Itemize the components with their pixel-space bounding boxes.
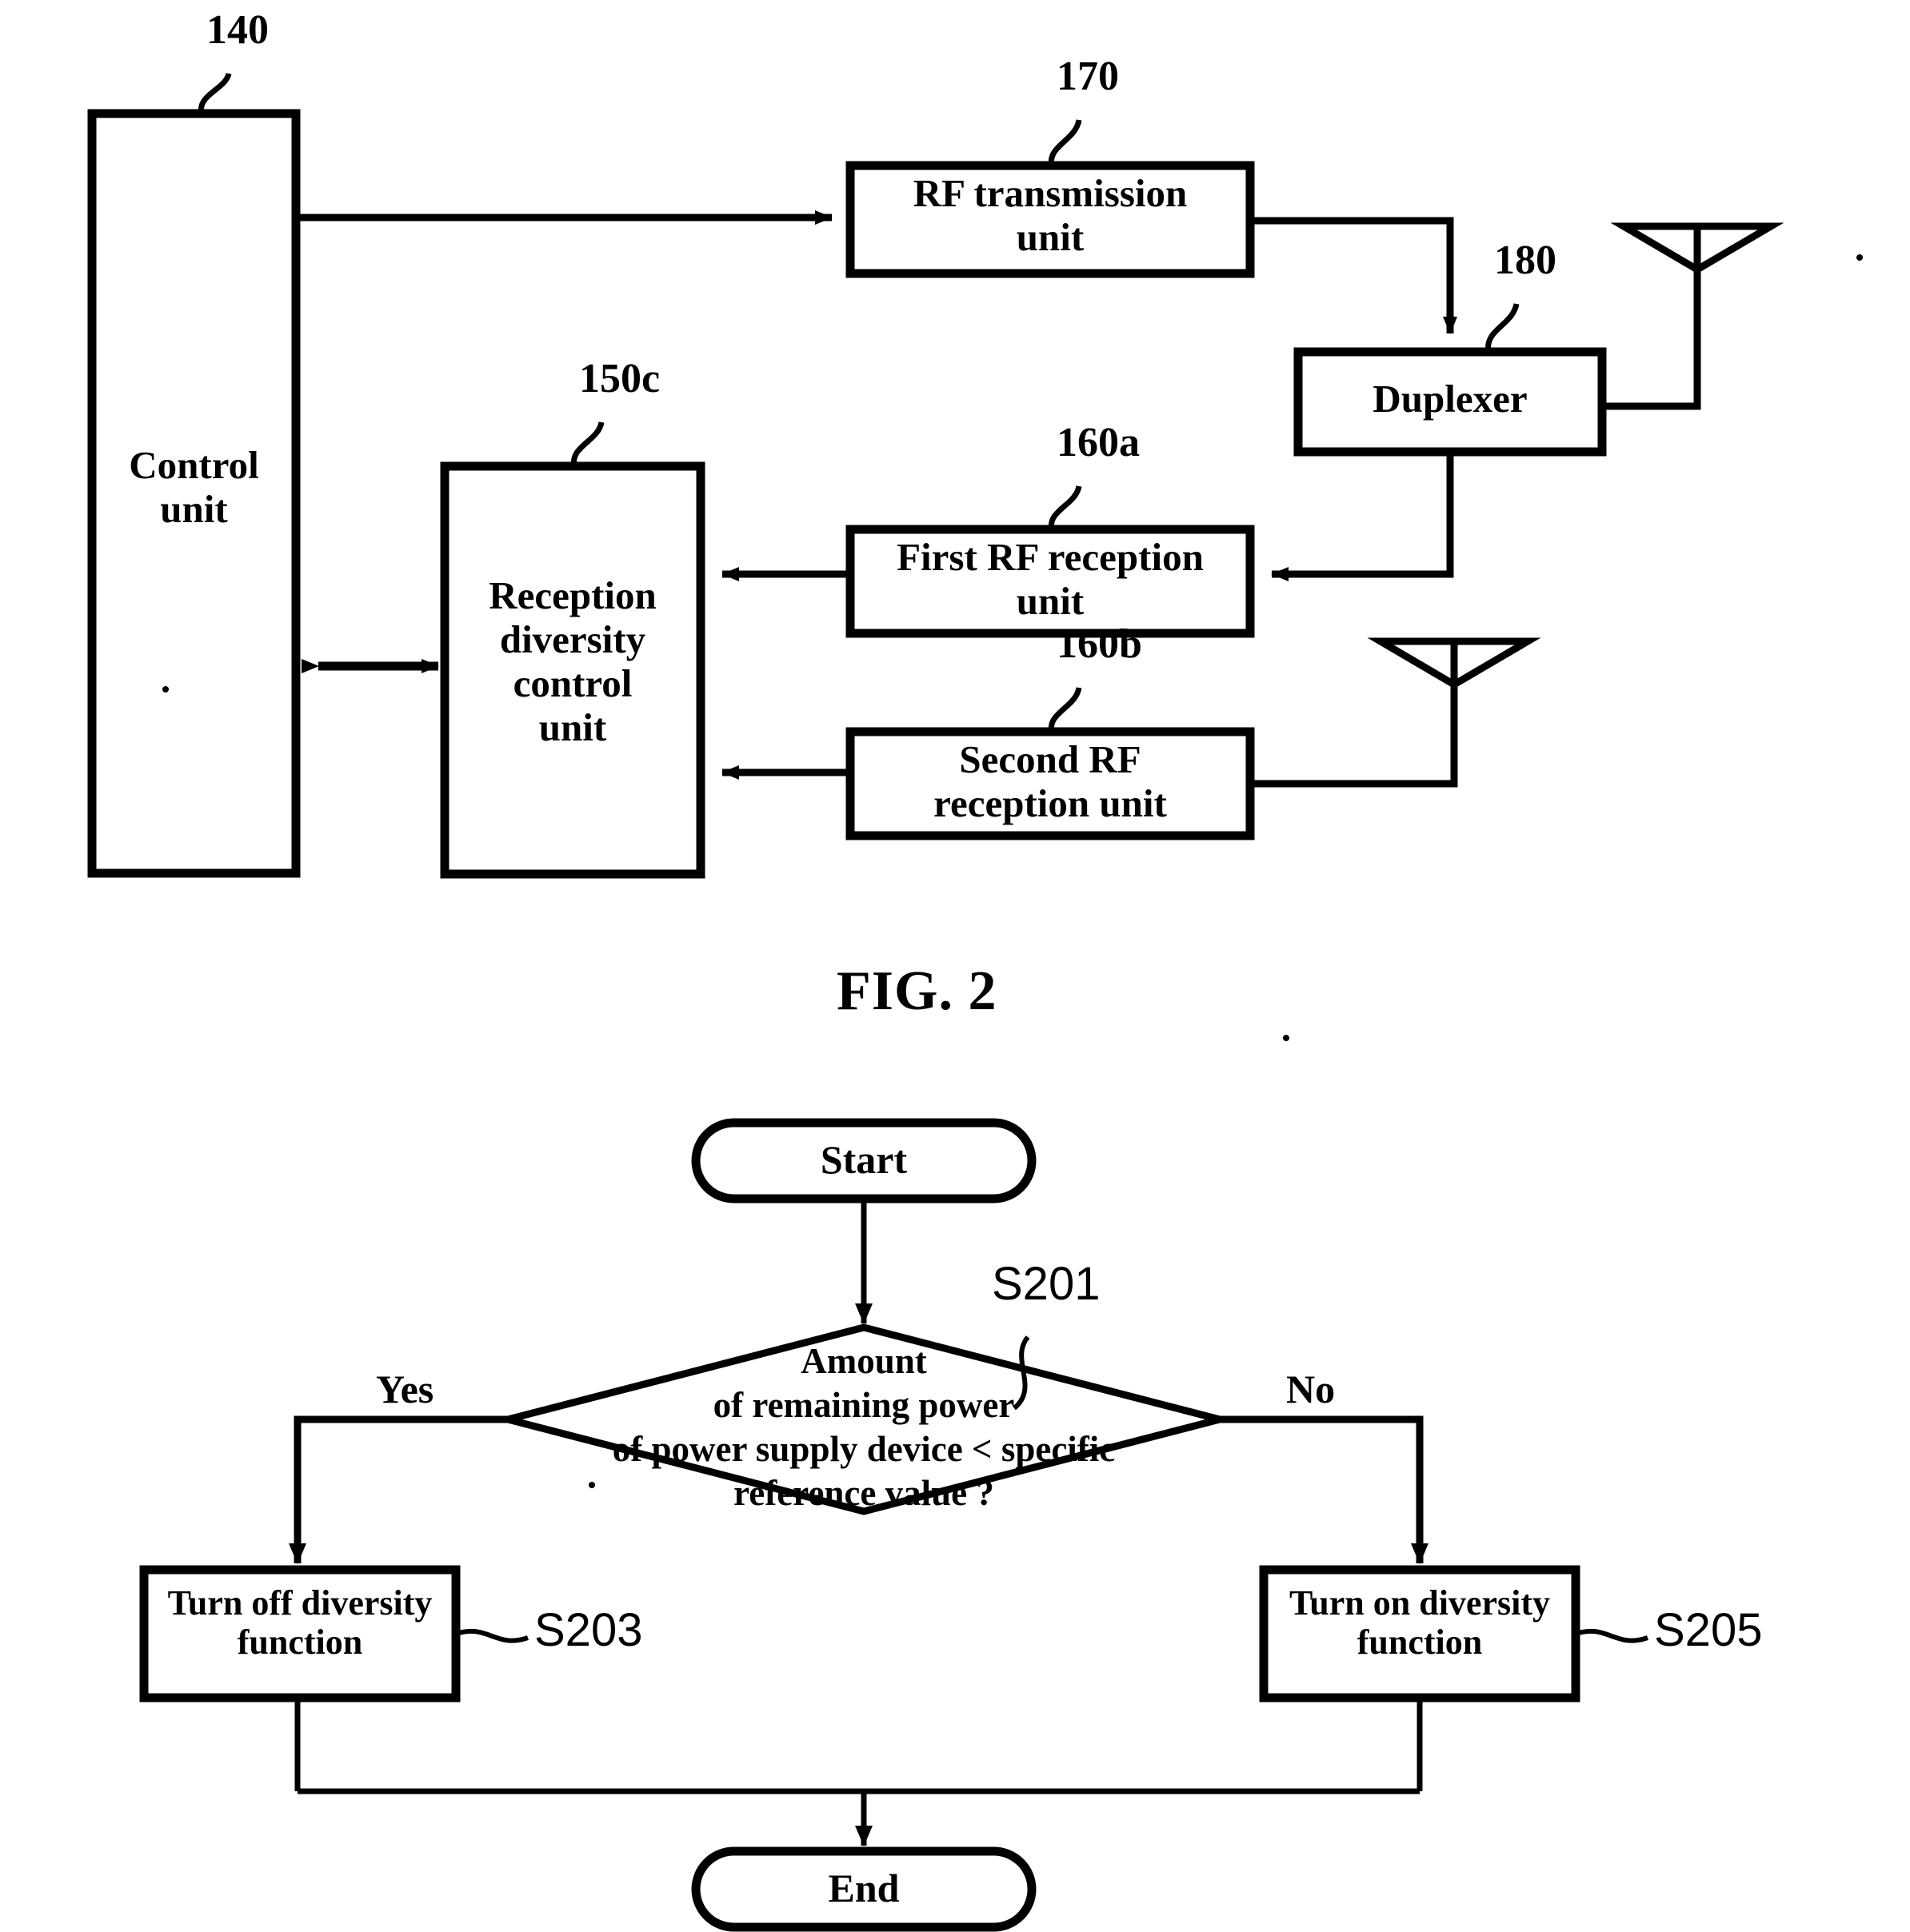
control-unit-label: Control unit — [129, 443, 259, 531]
second-rf-reception-unit-label: Second RF reception unit — [933, 737, 1167, 825]
turn-off-diversity-label: Turn off diversity function — [167, 1583, 433, 1663]
wire-duplexer-to-antenna-main — [1602, 268, 1701, 410]
wire-decision-no — [1220, 1415, 1429, 1564]
ref-160a: 160a — [1057, 420, 1140, 465]
duplexer-label: Duplexer — [1373, 377, 1528, 421]
ref-140: 140 — [206, 7, 269, 53]
leader-160a — [1048, 485, 1082, 531]
print-speck — [162, 686, 169, 693]
decision-label: Amount of remaining power of power suppl… — [612, 1341, 1116, 1513]
reception-diversity-control-unit-label: Reception diversity control unit — [489, 573, 657, 749]
antenna-diversity — [1367, 637, 1541, 689]
end-label: End — [828, 1866, 900, 1910]
ref-150c: 150c — [579, 356, 661, 401]
turn-on-diversity-label: Turn on diversity function — [1289, 1583, 1550, 1663]
ref-S201: S201 — [992, 1258, 1101, 1310]
leader-S203 — [455, 1628, 529, 1643]
print-speck — [1283, 1035, 1289, 1041]
figure-title: FIG. 2 — [837, 960, 997, 1022]
print-speck — [1856, 254, 1863, 261]
leader-160b — [1048, 687, 1082, 733]
wire-decision-yes — [289, 1415, 508, 1564]
branch-label-yes: Yes — [376, 1367, 434, 1411]
ref-S203: S203 — [534, 1604, 643, 1656]
start-label: Start — [820, 1137, 908, 1182]
leader-140 — [198, 72, 232, 115]
first-rf-reception-unit-label: First RF reception unit — [897, 535, 1204, 623]
leader-S205 — [1575, 1628, 1648, 1643]
wire-antenna-diversity-to-second-rf-rx — [1250, 685, 1458, 788]
leader-150c — [570, 421, 605, 468]
ref-170: 170 — [1057, 54, 1119, 99]
ref-180: 180 — [1494, 238, 1556, 283]
ref-160b: 160b — [1057, 621, 1142, 667]
leader-180 — [1485, 303, 1520, 353]
leader-170 — [1048, 119, 1082, 167]
branch-label-no: No — [1286, 1367, 1336, 1411]
antenna-main — [1610, 222, 1784, 274]
wire-duplexer-to-first-rf-rx — [1271, 452, 1454, 581]
ref-S205: S205 — [1654, 1604, 1763, 1656]
rf-transmission-unit-label: RF transmission unit — [913, 171, 1188, 259]
wire-rf-tx-to-duplexer — [1250, 217, 1457, 334]
